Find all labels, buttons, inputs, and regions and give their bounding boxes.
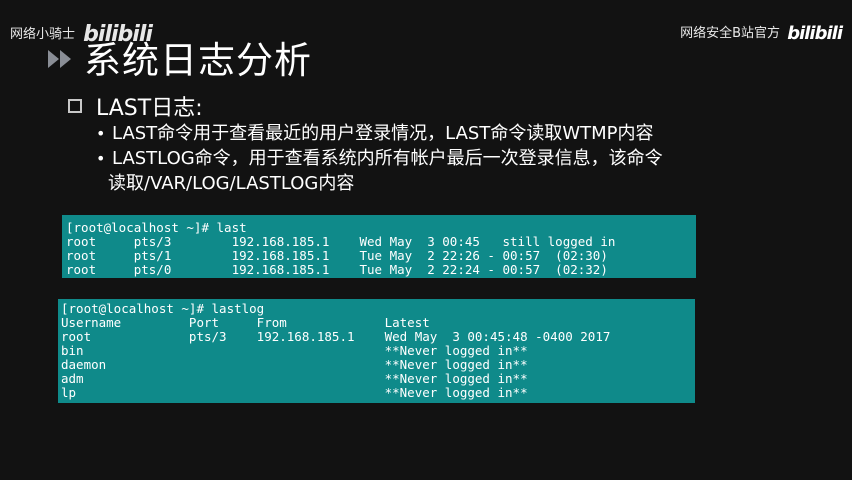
terminal-row: bin **Never logged in** xyxy=(61,343,528,358)
sub-bullet-last: LAST命令用于查看最近的用户登录情况，LAST命令读取WTMP内容 xyxy=(96,121,796,146)
terminal-last-screenshot: --- - [root@localhost ~]# last root pts/… xyxy=(62,215,696,278)
square-bullet-icon xyxy=(68,99,82,113)
sub-bullet-list: LAST命令用于查看最近的用户登录情况，LAST命令读取WTMP内容 LASTL… xyxy=(96,121,796,196)
main-bullet: LAST日志: xyxy=(68,90,203,122)
terminal-lastlog-screenshot: [root@localhost ~]# lastlog Username Por… xyxy=(58,299,695,403)
terminal-row: lp **Never logged in** xyxy=(61,385,528,400)
bilibili-logo-right: bilibili xyxy=(787,23,843,44)
terminal-header: Username Port From Latest xyxy=(61,315,430,330)
sub-bullet-lastlog-cont: 读取/VAR/LOG/LASTLOG内容 xyxy=(96,171,796,196)
slide-title: 系统日志分析 xyxy=(84,39,312,82)
watermark-right-text: 网络安全B站官方 xyxy=(680,26,781,41)
watermark-right: 网络安全B站官方 bilibili xyxy=(680,22,843,44)
terminal-row: root pts/3 192.168.185.1 Wed May 3 00:45… xyxy=(61,329,611,344)
terminal-prompt: [root@localhost ~]# last xyxy=(66,220,247,235)
main-bullet-text: LAST日志: xyxy=(96,96,203,121)
cropped-line-top: --- - xyxy=(507,215,545,221)
terminal-row: root pts/1 192.168.185.1 Tue May 2 22:26… xyxy=(66,248,608,263)
terminal-row: root pts/0 192.168.185.1 Tue May 2 22:24… xyxy=(66,262,608,277)
terminal-row: root pts/3 192.168.185.1 Wed May 3 00:45… xyxy=(66,234,616,249)
terminal-prompt: [root@localhost ~]# lastlog xyxy=(61,301,265,316)
terminal-row: adm **Never logged in** xyxy=(61,371,528,386)
terminal-row: daemon **Never logged in** xyxy=(61,357,528,372)
sub-bullet-lastlog: LASTLOG命令，用于查看系统内所有帐户最后一次登录信息，该命令 xyxy=(96,146,796,171)
sub-bullet-lastlog-cont-text: 读取/VAR/LOG/LASTLOG内容 xyxy=(108,173,355,194)
double-arrow-icon xyxy=(48,50,72,68)
title-row: 系统日志分析 xyxy=(48,30,312,84)
